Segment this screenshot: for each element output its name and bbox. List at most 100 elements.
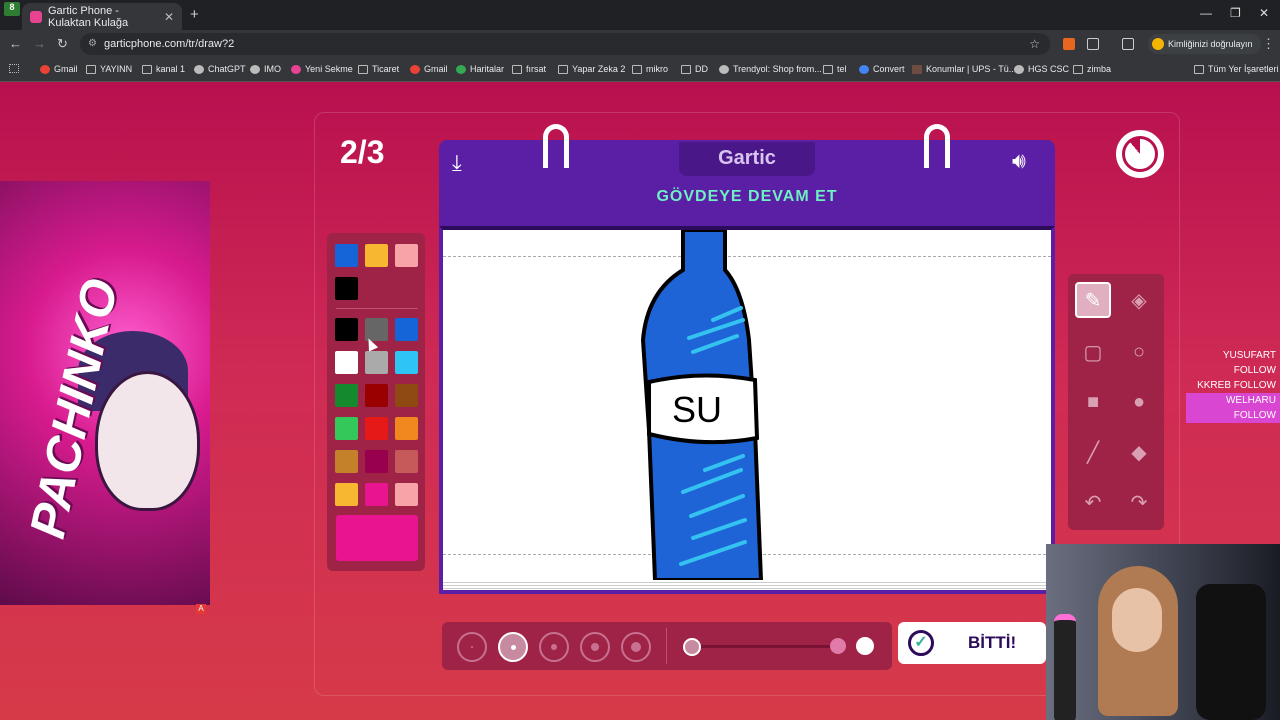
site-info-icon[interactable]: ⚙	[88, 33, 97, 55]
restore-icon[interactable]: ❐	[1230, 6, 1241, 20]
color-swatch[interactable]	[335, 318, 358, 341]
color-swatch[interactable]	[365, 483, 388, 506]
extension-fox-icon[interactable]	[1063, 38, 1075, 50]
tab-close-icon[interactable]: ✕	[164, 10, 174, 24]
bookmark-item[interactable]: HGS CSC	[1014, 64, 1069, 74]
eraser-tool-icon[interactable]: ◈	[1121, 282, 1157, 318]
bookmark-folder[interactable]: Yapar Zeka 2	[558, 64, 625, 74]
bookmark-folder[interactable]: kanal 1	[142, 64, 185, 74]
recent-color-swatch[interactable]	[335, 277, 358, 300]
done-button[interactable]: ✓ BİTTİ!	[898, 622, 1046, 664]
brush-size-5[interactable]	[621, 632, 651, 662]
brush-size-4[interactable]	[580, 632, 610, 662]
webcam-overlay	[1046, 544, 1280, 720]
rectangle-outline-icon[interactable]: ▢	[1075, 334, 1111, 370]
bookmark-item[interactable]: Trendyol: Shop from...	[719, 64, 822, 74]
color-swatch[interactable]	[335, 417, 358, 440]
bookmark-item[interactable]: Yeni Sekme	[291, 64, 353, 74]
color-swatch[interactable]	[365, 417, 388, 440]
recent-color-swatch[interactable]	[335, 244, 358, 267]
notebook-ring	[924, 124, 950, 168]
line-tool-icon[interactable]: ╱	[1075, 434, 1111, 470]
color-swatch[interactable]	[335, 384, 358, 407]
color-swatch[interactable]	[395, 483, 418, 506]
recent-color-swatch[interactable]	[395, 244, 418, 267]
extension-badge[interactable]: 8	[4, 2, 20, 16]
all-bookmarks[interactable]: Tüm Yer İşaretleri	[1194, 64, 1279, 74]
brush-size-3[interactable]	[539, 632, 569, 662]
bookmark-folder[interactable]: Ticaret	[358, 64, 399, 74]
overlay-badge: A	[196, 604, 206, 614]
opacity-max-dot	[830, 638, 846, 654]
timer-icon	[1116, 130, 1164, 178]
chrome-menu-icon[interactable]: ⋮	[1262, 36, 1275, 52]
ellipse-outline-icon[interactable]: ○	[1121, 334, 1157, 370]
color-swatch[interactable]	[335, 450, 358, 473]
brush-size-2[interactable]	[498, 632, 528, 662]
extensions-puzzle-icon[interactable]	[1087, 38, 1099, 50]
avatar	[1152, 38, 1164, 50]
bookmark-item[interactable]: Gmail	[40, 64, 78, 74]
round-counter: 2/3	[340, 134, 385, 170]
color-swatch[interactable]	[335, 483, 358, 506]
browser-tab[interactable]: Gartic Phone - Kulaktan Kulağa ✕	[22, 3, 182, 30]
selected-color[interactable]	[336, 515, 418, 561]
bookmark-folder[interactable]: DD	[681, 64, 708, 74]
download-icon[interactable]: ⤓	[452, 150, 462, 176]
bookmark-folder[interactable]: zimba	[1073, 64, 1111, 74]
bookmark-folder[interactable]: fırsat	[512, 64, 546, 74]
undo-icon[interactable]: ↶	[1075, 484, 1111, 520]
controls-separator	[666, 628, 667, 664]
task-prompt: GÖVDEYE DEVAM ET	[656, 188, 838, 205]
color-swatch[interactable]	[395, 351, 418, 374]
address-bar[interactable]: ⚙ garticphone.com/tr/draw?2 ☆	[80, 33, 1050, 55]
bookmark-item[interactable]: IMO	[250, 64, 281, 74]
streamer-overlay: PACHINKO	[0, 181, 210, 605]
color-swatch[interactable]	[395, 318, 418, 341]
browser-toolbar: ← → ↻ ⚙ garticphone.com/tr/draw?2 ☆ Kiml…	[0, 30, 1280, 58]
brush-size-1[interactable]	[457, 632, 487, 662]
bookmarks-bar: Gmail YAYINN kanal 1 ChatGPT IMO Yeni Se…	[0, 58, 1280, 82]
opacity-slider-handle[interactable]	[683, 638, 701, 656]
done-label: BİTTİ!	[968, 633, 1017, 652]
speaker-icon[interactable]: 🔊︎	[1012, 148, 1026, 174]
notebook-ring	[543, 124, 569, 168]
color-swatch[interactable]	[395, 417, 418, 440]
color-swatch[interactable]	[365, 450, 388, 473]
ellipse-fill-icon[interactable]: ●	[1121, 384, 1157, 420]
bookmark-folder[interactable]: YAYINN	[86, 64, 132, 74]
fill-bucket-icon[interactable]: ◆	[1121, 434, 1157, 470]
color-swatch[interactable]	[335, 351, 358, 374]
bookmark-item[interactable]: Haritalar	[456, 64, 504, 74]
bookmark-item[interactable]: Convert	[859, 64, 905, 74]
bookmark-folder[interactable]: tel	[823, 64, 847, 74]
bottle-drawing: SU	[640, 230, 764, 582]
forward-icon[interactable]: →	[33, 36, 46, 51]
color-swatch[interactable]	[365, 384, 388, 407]
recent-color-swatch[interactable]	[365, 244, 388, 267]
color-swatch[interactable]	[365, 351, 388, 374]
media-icon[interactable]	[1122, 38, 1134, 50]
profile-button[interactable]: Kimliğinizi doğrulayın	[1148, 34, 1261, 54]
close-window-icon[interactable]: ✕	[1259, 6, 1269, 20]
bookmark-item[interactable]: Konumlar | UPS - Tü...	[912, 64, 1016, 74]
reload-icon[interactable]: ↻	[57, 36, 68, 52]
redo-icon[interactable]: ↷	[1121, 484, 1157, 520]
follower-alert: KKREB FOLLOW	[1197, 380, 1276, 391]
color-swatch[interactable]	[395, 384, 418, 407]
apps-icon[interactable]	[9, 64, 23, 73]
rectangle-fill-icon[interactable]: ■	[1075, 384, 1111, 420]
bookmark-item[interactable]: ChatGPT	[194, 64, 246, 74]
new-tab-icon[interactable]: +	[190, 6, 199, 23]
drawing-canvas[interactable]: SU	[439, 226, 1055, 594]
bookmark-folder[interactable]: mikro	[632, 64, 668, 74]
minimize-icon[interactable]: —	[1200, 6, 1212, 20]
pen-tool-icon[interactable]: ✎	[1075, 282, 1111, 318]
bookmark-star-icon[interactable]: ☆	[1029, 33, 1040, 55]
opacity-max-icon	[856, 637, 874, 655]
opacity-slider[interactable]	[692, 645, 840, 648]
check-icon: ✓	[908, 630, 934, 656]
bookmark-item[interactable]: Gmail	[410, 64, 448, 74]
color-swatch[interactable]	[395, 450, 418, 473]
back-icon[interactable]: ←	[9, 36, 22, 51]
